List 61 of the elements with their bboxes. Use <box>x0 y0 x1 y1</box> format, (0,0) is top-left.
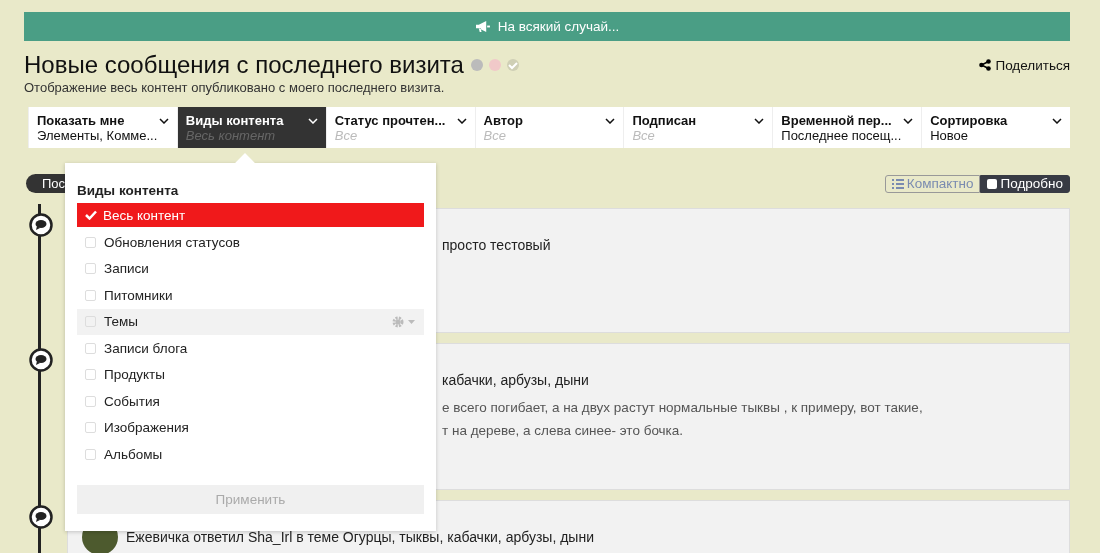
checkbox[interactable] <box>85 369 96 381</box>
filter-tab[interactable]: Показать мне Элементы, Комме... <box>28 107 177 148</box>
page-subtitle: Отображение весь контент опубликовано с моего последнего визита. <box>24 80 446 95</box>
filter-label: Виды контента <box>185 113 284 128</box>
menu-item[interactable]: Темы <box>77 308 424 335</box>
chevron-down-icon <box>1052 118 1062 124</box>
checkbox[interactable] <box>85 422 96 434</box>
menu-item[interactable]: Изображения <box>77 414 424 441</box>
card-text: просто тестовый <box>442 237 552 253</box>
filter-label: Автор <box>483 113 523 128</box>
filter-value: Все <box>334 128 359 143</box>
filter-value: Новое <box>930 128 969 143</box>
filter-value: Все <box>632 128 656 143</box>
chevron-down-icon <box>158 118 169 124</box>
list-icon <box>891 178 904 189</box>
checkmark-icon <box>85 210 97 220</box>
card-text: е всего погибает, а на двух растут нормальные тыквы , к примеру, вот такие, <box>442 399 924 417</box>
view-toggle-button[interactable]: Подробно <box>980 174 1070 193</box>
gear-icon[interactable] <box>392 315 416 328</box>
checkbox[interactable] <box>85 263 96 275</box>
filter-tab[interactable]: Подписан Все <box>623 107 773 148</box>
filter-tab[interactable]: Автор Все <box>474 107 624 148</box>
filter-label: Сортировка <box>930 113 1008 128</box>
checkbox[interactable] <box>85 236 96 248</box>
chevron-down-icon <box>605 118 616 124</box>
share-link[interactable]: Поделиться <box>979 57 1070 73</box>
checkbox[interactable] <box>85 395 96 407</box>
chevron-down-icon <box>456 118 467 124</box>
card-text: Ежевичка ответил Sha_Irl в теме Огурцы, тыквы, кабачки, арбузы, дыни <box>126 529 594 545</box>
filter-label: Временной пер... <box>781 113 893 128</box>
checkbox[interactable] <box>85 448 96 460</box>
page-title: Новые сообщения с последнего визита <box>24 51 464 79</box>
chevron-down-icon <box>903 118 914 124</box>
menu-item[interactable]: Обновления статусов <box>77 229 424 256</box>
menu-item[interactable]: События <box>77 388 424 415</box>
filter-tab[interactable]: Временной пер... Последнее посещ... <box>772 107 922 148</box>
menu-item[interactable]: Питомники <box>77 282 424 309</box>
chevron-down-icon <box>754 118 765 124</box>
megaphone-icon <box>474 20 490 33</box>
filter-value: Все <box>483 128 507 143</box>
filter-label: Статус прочтен... <box>334 113 446 128</box>
filter-label: Подписан <box>632 113 697 128</box>
share-icon <box>979 59 992 71</box>
card-text: т на дереве, а слева синее- это бочка. <box>442 422 685 440</box>
filter-label: Показать мне <box>37 113 126 128</box>
menu-item[interactable]: Продукты <box>77 361 424 388</box>
filter-tab[interactable]: Статус прочтен... Все <box>325 107 475 148</box>
menu-item[interactable]: Записи блога <box>77 335 424 362</box>
card-text: кабачки, арбузы, дыни <box>442 372 590 388</box>
banner-text: На всякий случай... <box>497 19 620 34</box>
menu-item[interactable]: Записи <box>77 255 424 282</box>
chevron-down-icon <box>307 118 318 124</box>
checkbox[interactable] <box>85 342 96 354</box>
filter-tab[interactable]: Сортировка Новое <box>921 107 1070 148</box>
filter-value: Элементы, Комме... <box>37 128 158 143</box>
menu-item[interactable]: Альбомы <box>77 441 424 468</box>
square-icon <box>987 178 998 189</box>
checkbox[interactable] <box>85 289 96 301</box>
menu-item[interactable]: Весь контент <box>77 203 424 227</box>
status-icons <box>469 58 522 72</box>
filter-value: Последнее посещ... <box>781 128 902 143</box>
